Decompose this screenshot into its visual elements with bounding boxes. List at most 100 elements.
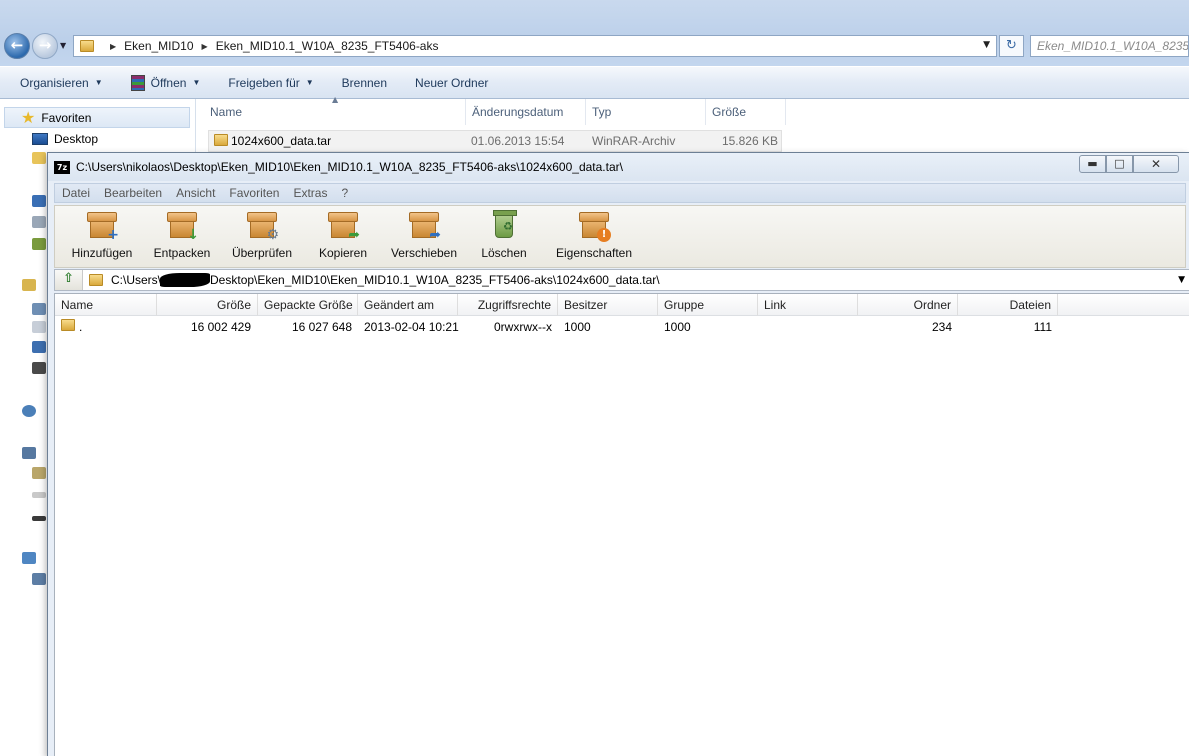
- chevron-right-icon[interactable]: ▶: [202, 42, 208, 51]
- path-input[interactable]: C:\Users\ Desktop\Eken_MID10\Eken_MID10.1…: [83, 273, 1169, 288]
- test-button[interactable]: ⚙ Überprüfen: [222, 210, 302, 266]
- refresh-button[interactable]: ↻: [999, 35, 1024, 57]
- library-videos-icon[interactable]: [32, 362, 46, 374]
- back-button[interactable]: ←: [4, 33, 30, 59]
- extract-button[interactable]: ↓ Entpacken: [142, 210, 222, 266]
- row-group: 1000: [664, 320, 691, 334]
- column-size[interactable]: Größe: [157, 294, 258, 316]
- open-button[interactable]: Öffnen ▼: [130, 74, 201, 91]
- file-name: 1024x600_data.tar: [231, 134, 332, 148]
- menu-view[interactable]: Ansicht: [176, 186, 215, 200]
- column-modified[interactable]: Änderungsdatum: [466, 99, 586, 125]
- title-bar[interactable]: 7z C:\Users\nikolaos\Desktop\Eken_MID10\…: [48, 153, 1189, 181]
- copy-label: Kopieren: [318, 246, 368, 260]
- new-folder-button[interactable]: Neuer Ordner: [415, 76, 488, 90]
- file-list: Name Größe Gepackte Größe Geändert am Zu…: [54, 293, 1189, 756]
- column-size[interactable]: Größe: [706, 99, 786, 125]
- network-computer-icon[interactable]: [32, 573, 46, 585]
- column-attributes[interactable]: Zugriffsrechte: [458, 294, 558, 316]
- homegroup-icon[interactable]: [22, 405, 36, 417]
- add-label: Hinzufügen: [71, 246, 133, 260]
- up-folder-button[interactable]: ⇧: [55, 270, 83, 290]
- menu-help[interactable]: ?: [341, 186, 348, 200]
- row-attributes: 0rwxrwx--x: [494, 320, 552, 334]
- network-place-icon[interactable]: [32, 216, 46, 228]
- recent-places-icon[interactable]: [32, 195, 46, 207]
- row-size: 16 002 429: [190, 320, 251, 334]
- redacted-mark: [160, 273, 211, 288]
- nav-item-desktop[interactable]: Desktop: [32, 132, 98, 146]
- file-row[interactable]: 1024x600_data.tar 01.06.2013 15:54 WinRA…: [208, 130, 782, 152]
- path-start: C:\Users\: [111, 272, 162, 287]
- column-packed-size[interactable]: Gepackte Größe: [258, 294, 358, 316]
- downloads-icon[interactable]: [32, 152, 46, 164]
- folder-icon: [80, 40, 94, 52]
- 7zip-window: 7z C:\Users\nikolaos\Desktop\Eken_MID10\…: [47, 152, 1189, 756]
- delete-label: Löschen: [481, 246, 527, 260]
- recent-pages-dropdown-icon[interactable]: ▼: [60, 41, 66, 50]
- libraries-icon[interactable]: [22, 279, 36, 291]
- organize-button[interactable]: Organisieren ▼: [20, 76, 103, 90]
- breadcrumb-item[interactable]: Eken_MID10: [124, 39, 193, 53]
- maximize-button[interactable]: □: [1106, 155, 1133, 173]
- share-button[interactable]: Freigeben für ▼: [228, 76, 313, 90]
- drive-icon[interactable]: [32, 467, 46, 479]
- column-group[interactable]: Gruppe: [658, 294, 758, 316]
- explorer-column-header: Name ▲ Änderungsdatum Typ Größe: [196, 95, 1189, 125]
- path-text: C:\Users\ Desktop\Eken_MID10\Eken_MID10.1…: [111, 273, 660, 288]
- drive-icon[interactable]: [32, 516, 46, 521]
- explorer-breadcrumb[interactable]: ▶ Eken_MID10 ▶ Eken_MID10.1_W10A_8235_FT…: [73, 35, 997, 57]
- menu-tools[interactable]: Extras: [293, 186, 327, 200]
- 7zip-logo-icon: 7z: [54, 160, 70, 174]
- explorer-search-input[interactable]: Eken_MID10.1_W10A_8235_FT5406-aks durchs…: [1030, 35, 1189, 57]
- forward-button[interactable]: →: [32, 33, 58, 59]
- column-owner[interactable]: Besitzer: [558, 294, 658, 316]
- info-icon: !: [579, 210, 611, 242]
- file-modified: 01.06.2013 15:54: [471, 134, 565, 148]
- sync-folder-icon[interactable]: [32, 238, 46, 250]
- row-folders: 234: [931, 320, 952, 334]
- chevron-down-icon[interactable]: ▼: [983, 40, 990, 50]
- column-type[interactable]: Typ: [586, 99, 706, 125]
- menu-favorites[interactable]: Favoriten: [229, 186, 279, 200]
- recycle-bin-icon: ♻: [489, 210, 519, 240]
- close-button[interactable]: ✕: [1133, 155, 1179, 173]
- minimize-button[interactable]: ▬: [1079, 155, 1106, 173]
- move-label: Verschieben: [390, 246, 458, 260]
- column-folders[interactable]: Ordner: [858, 294, 958, 316]
- open-label: Öffnen: [150, 75, 187, 90]
- 7zip-address-bar: ⇧ C:\Users\ Desktop\Eken_MID10\Eken_MID10…: [54, 269, 1189, 291]
- column-link[interactable]: Link: [758, 294, 858, 316]
- nav-item-label: Desktop: [54, 132, 99, 146]
- delete-button[interactable]: ♻ Löschen: [464, 210, 544, 266]
- menu-file[interactable]: Datei: [62, 186, 90, 200]
- move-button[interactable]: ➦ Verschieben: [384, 210, 464, 266]
- row-modified: 2013-02-04 10:21: [364, 320, 459, 334]
- column-files[interactable]: Dateien: [958, 294, 1058, 316]
- library-documents-icon[interactable]: [32, 321, 46, 333]
- copy-button[interactable]: ➦ Kopieren: [303, 210, 383, 266]
- properties-button[interactable]: ! Eigenschaften: [549, 210, 639, 266]
- minimize-icon: ▬: [1087, 157, 1098, 170]
- row-owner: 1000: [564, 320, 591, 334]
- computer-icon[interactable]: [22, 447, 36, 459]
- chevron-down-icon[interactable]: ▼: [1178, 275, 1185, 285]
- explorer-address-bar-area: ← → ▼ ▶ Eken_MID10 ▶ Eken_MID10.1_W10A_8…: [0, 0, 1189, 66]
- menu-edit[interactable]: Bearbeiten: [104, 186, 162, 200]
- breadcrumb-item[interactable]: Eken_MID10.1_W10A_8235_FT5406-aks: [216, 39, 439, 53]
- add-button[interactable]: + Hinzufügen: [62, 210, 142, 266]
- library-pictures-icon[interactable]: [32, 303, 46, 315]
- nav-item-favorites[interactable]: ★ Favoriten: [4, 107, 190, 128]
- copy-icon: ➦: [328, 210, 360, 242]
- star-icon: ★: [21, 109, 36, 127]
- chevron-right-icon[interactable]: ▶: [110, 42, 116, 51]
- library-music-icon[interactable]: [32, 341, 46, 353]
- burn-button[interactable]: Brennen: [342, 76, 387, 90]
- sort-ascending-icon: ▲: [332, 95, 339, 104]
- test-label: Überprüfen: [231, 246, 293, 260]
- drive-icon[interactable]: [32, 492, 46, 498]
- network-icon[interactable]: [22, 552, 36, 564]
- column-name[interactable]: Name: [55, 294, 157, 316]
- column-modified[interactable]: Geändert am: [358, 294, 458, 316]
- chevron-down-icon: ▼: [192, 78, 201, 87]
